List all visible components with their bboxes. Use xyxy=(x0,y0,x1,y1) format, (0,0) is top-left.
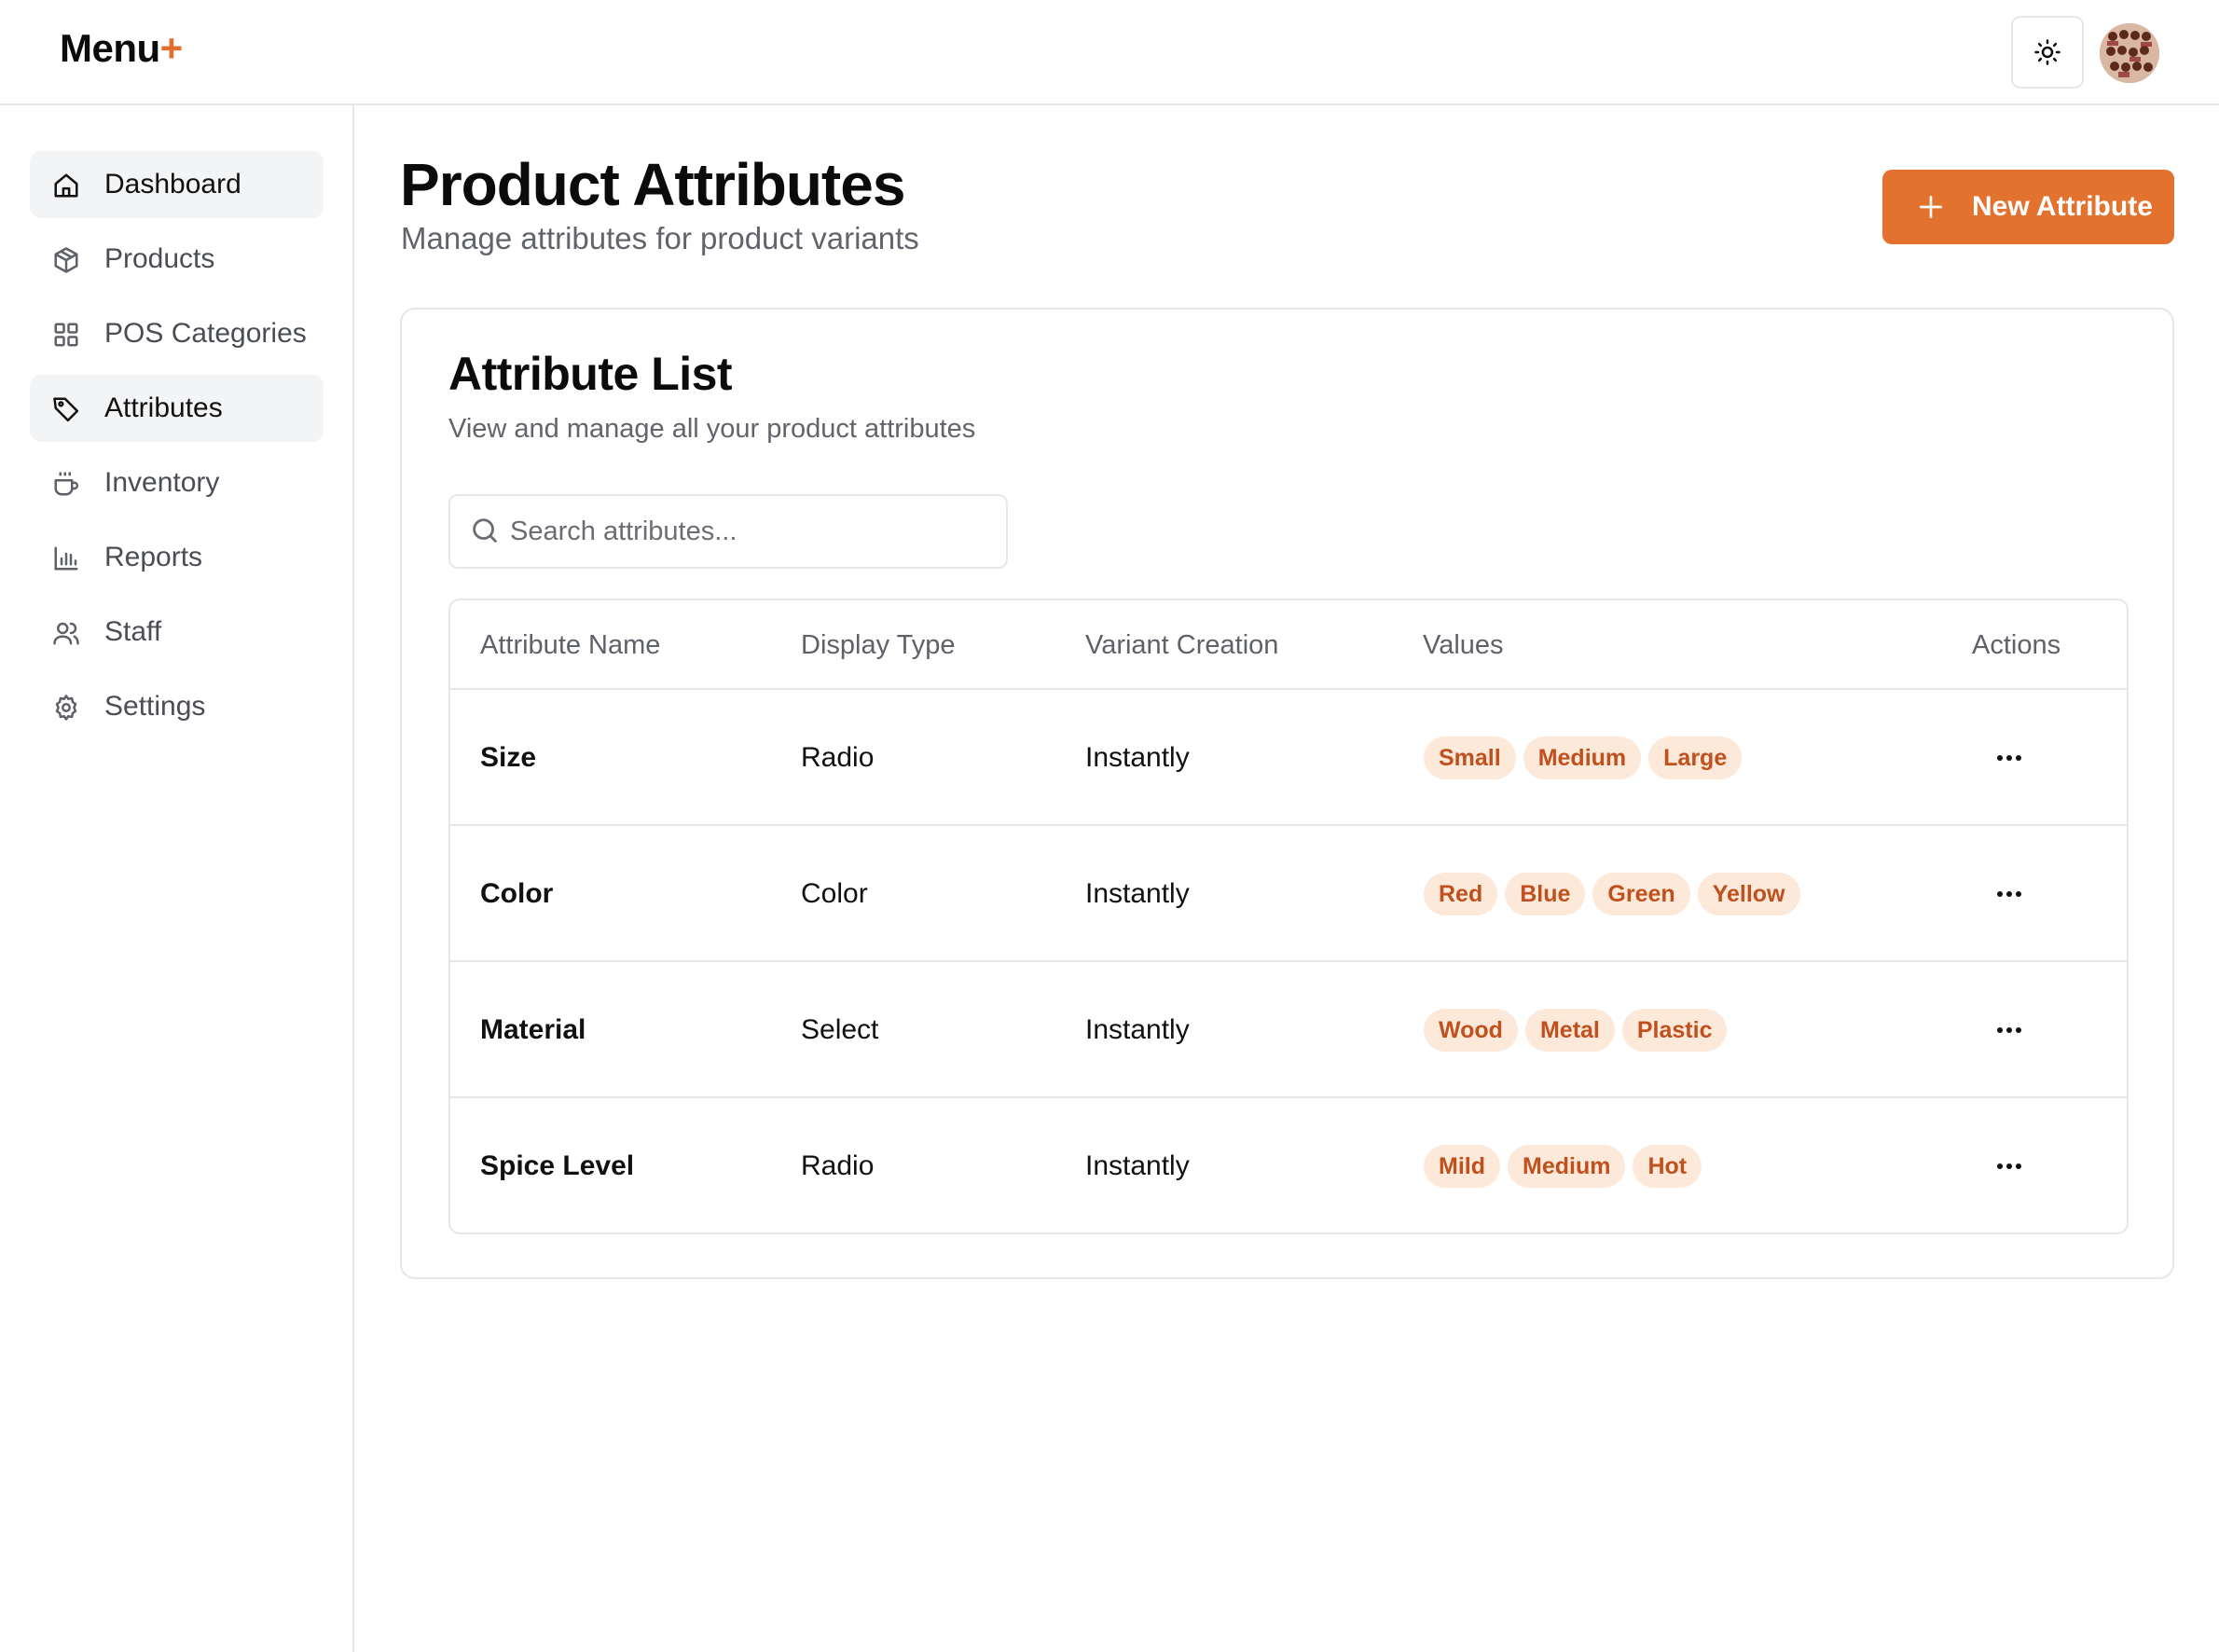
more-horizontal-icon xyxy=(1997,755,2021,761)
display-type: Radio xyxy=(801,1150,875,1181)
attribute-name: Size xyxy=(480,742,537,773)
search-box xyxy=(448,494,1008,569)
table-row[interactable]: Material Select Instantly Wood Metal Pla… xyxy=(450,962,2127,1098)
sidebar-item-label: POS Categories xyxy=(104,318,307,349)
row-actions-button[interactable] xyxy=(1991,1012,2028,1049)
user-avatar[interactable] xyxy=(2100,23,2159,83)
value-chip: Yellow xyxy=(1697,873,1800,915)
sidebar-item-label: Products xyxy=(104,243,215,274)
value-chip: Green xyxy=(1592,873,1690,915)
column-header-attribute-name[interactable]: Attribute Name xyxy=(480,600,660,690)
tag-icon xyxy=(53,397,79,422)
avatar-image xyxy=(2100,23,2159,83)
theme-toggle-button[interactable] xyxy=(2011,16,2084,89)
new-attribute-label: New Attribute xyxy=(1972,191,2153,222)
variant-creation: Instantly xyxy=(1085,742,1190,773)
column-header-display-type[interactable]: Display Type xyxy=(801,600,956,690)
value-chip: Red xyxy=(1424,873,1498,915)
search-input[interactable] xyxy=(508,498,993,565)
column-header-actions: Actions xyxy=(1972,630,2061,660)
sidebar-item-label: Attributes xyxy=(104,392,223,423)
sidebar-item-pos-categories[interactable]: POS Categories xyxy=(30,300,324,367)
value-chip: Medium xyxy=(1523,737,1642,779)
value-chip: Plastic xyxy=(1621,1009,1728,1052)
page-subtitle: Manage attributes for product variants xyxy=(401,221,919,255)
row-actions-button[interactable] xyxy=(1991,875,2028,913)
attribute-name: Spice Level xyxy=(480,1150,635,1181)
sidebar-item-dashboard[interactable]: Dashboard xyxy=(30,151,324,218)
page-title: Product Attributes xyxy=(400,151,905,218)
variant-creation: Instantly xyxy=(1085,1150,1190,1181)
gear-icon xyxy=(55,695,77,721)
value-chip: Hot xyxy=(1633,1145,1702,1188)
attributes-table: Attribute Name Display Type Variant Crea… xyxy=(448,599,2129,1234)
display-type: Color xyxy=(801,878,868,909)
sidebar-item-label: Reports xyxy=(104,542,203,572)
value-chip: Small xyxy=(1424,737,1516,779)
table-row[interactable]: Size Radio Instantly Small Medium Large xyxy=(450,690,2127,826)
plus-icon xyxy=(1920,196,1942,218)
sidebar-item-staff[interactable]: Staff xyxy=(30,599,324,666)
sidebar-item-attributes[interactable]: Attributes xyxy=(30,375,324,442)
value-chips: Red Blue Green Yellow xyxy=(1424,873,1800,915)
sidebar-item-settings[interactable]: Settings xyxy=(30,673,324,740)
card-subtitle: View and manage all your product attribu… xyxy=(448,414,976,444)
more-horizontal-icon xyxy=(1997,1027,2021,1033)
sidebar: Dashboard Products POS Categories Attrib… xyxy=(0,105,354,1652)
value-chip: Metal xyxy=(1524,1009,1615,1052)
value-chip: Blue xyxy=(1505,873,1586,915)
app-logo[interactable]: Menu+ xyxy=(60,26,183,71)
search-icon xyxy=(473,518,497,543)
cup-icon xyxy=(54,472,79,496)
value-chip: Wood xyxy=(1424,1009,1518,1052)
users-icon xyxy=(53,622,79,645)
column-header-variant-creation[interactable]: Variant Creation xyxy=(1085,600,1278,690)
value-chip: Large xyxy=(1648,737,1743,779)
top-bar: Menu+ xyxy=(0,0,2219,105)
table-row[interactable]: Color Color Instantly Red Blue Green Yel… xyxy=(450,826,2127,962)
logo-text: Menu xyxy=(60,26,160,70)
sidebar-item-label: Inventory xyxy=(104,467,220,498)
sidebar-item-label: Settings xyxy=(104,691,206,722)
more-horizontal-icon xyxy=(1997,1163,2021,1169)
bar-chart-icon xyxy=(54,546,78,571)
attribute-name: Material xyxy=(480,1014,586,1045)
sidebar-item-products[interactable]: Products xyxy=(30,226,324,293)
box-icon xyxy=(54,247,78,273)
attribute-name: Color xyxy=(480,878,554,909)
value-chips: Wood Metal Plastic xyxy=(1424,1009,1728,1052)
home-icon xyxy=(54,173,78,198)
new-attribute-button[interactable]: New Attribute xyxy=(1882,170,2174,244)
table-header: Attribute Name Display Type Variant Crea… xyxy=(450,600,2127,690)
value-chips: Small Medium Large xyxy=(1424,737,1743,779)
row-actions-button[interactable] xyxy=(1991,739,2028,777)
sidebar-item-label: Staff xyxy=(104,616,162,647)
variant-creation: Instantly xyxy=(1085,1014,1190,1045)
card-title: Attribute List xyxy=(448,348,733,400)
grid-icon xyxy=(54,323,78,347)
variant-creation: Instantly xyxy=(1085,878,1190,909)
display-type: Radio xyxy=(801,742,875,773)
column-header-values[interactable]: Values xyxy=(1423,600,1504,690)
logo-plus: + xyxy=(159,26,184,70)
value-chip: Medium xyxy=(1508,1145,1626,1188)
attribute-list-card: Attribute List View and manage all your … xyxy=(400,308,2174,1279)
sidebar-item-label: Dashboard xyxy=(104,169,241,200)
more-horizontal-icon xyxy=(1997,891,2021,897)
sidebar-item-reports[interactable]: Reports xyxy=(30,524,324,591)
sidebar-item-inventory[interactable]: Inventory xyxy=(30,449,324,516)
value-chips: Mild Medium Hot xyxy=(1424,1145,1702,1188)
display-type: Select xyxy=(801,1014,879,1045)
value-chip: Mild xyxy=(1424,1145,1500,1188)
sun-icon xyxy=(2034,39,2060,65)
table-row[interactable]: Spice Level Radio Instantly Mild Medium … xyxy=(450,1098,2127,1232)
row-actions-button[interactable] xyxy=(1991,1148,2028,1185)
